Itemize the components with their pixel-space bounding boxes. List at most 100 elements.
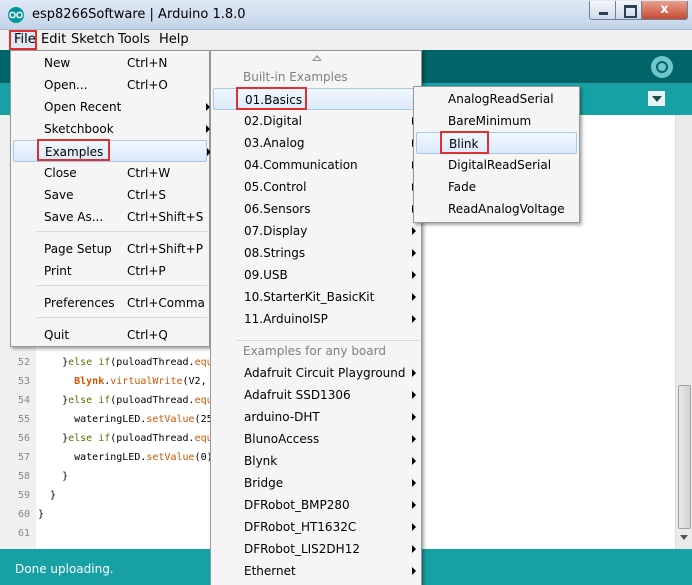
examples-menu-item-bridge[interactable]: Bridge <box>213 472 419 494</box>
line-number: 55 <box>17 414 30 425</box>
menu-item-label: Quit <box>44 328 70 342</box>
examples-menu-item-02-digital[interactable]: 02.Digital <box>213 110 419 132</box>
examples-menu-item-08-strings[interactable]: 08.Strings <box>213 242 419 264</box>
examples-menu-item-03-analog[interactable]: 03.Analog <box>213 132 419 154</box>
menu-edit[interactable]: Edit <box>41 30 66 50</box>
code-token: setValue <box>146 452 195 463</box>
maximize-button[interactable] <box>615 1 642 20</box>
menu-item-shortcut: Ctrl+Shift+S <box>127 210 204 224</box>
minimize-button[interactable] <box>589 1 616 20</box>
file-menu-item-save-as[interactable]: Save As... Ctrl+Shift+S <box>13 206 207 228</box>
code-token: if <box>98 357 111 368</box>
menu-sketch[interactable]: Sketch <box>71 30 115 50</box>
code-token: wateringLED. <box>38 414 147 425</box>
code-token: } <box>38 357 69 368</box>
chevron-right-icon <box>412 501 416 509</box>
line-number: 59 <box>17 490 30 501</box>
menu-item-label: Save As... <box>44 210 104 224</box>
menu-item-label: Sketchbook <box>44 122 114 136</box>
file-menu-item-open-recent[interactable]: Open Recent <box>13 96 210 118</box>
menu-item-label: Blynk <box>244 454 278 468</box>
scroll-down-icon[interactable] <box>680 535 688 540</box>
editor-scrollbar[interactable] <box>675 115 692 549</box>
code-token: (puloadThread. <box>110 357 195 368</box>
examples-menu-item-ethernet[interactable]: Ethernet <box>213 560 419 582</box>
menu-separator <box>37 317 207 318</box>
examples-menu-item-dfrobot-lis2dh12[interactable]: DFRobot_LIS2DH12 <box>213 538 419 560</box>
line-number: 60 <box>17 509 30 520</box>
code-line: 54 }else if(puloadThread.equ <box>0 391 240 410</box>
examples-menu-item-04-communication[interactable]: 04.Communication <box>213 154 419 176</box>
basics-menu-item-analogreadserial[interactable]: AnalogReadSerial <box>416 88 577 110</box>
title-bar: esp8266Software | Arduino 1.8.0 x <box>0 0 692 30</box>
chevron-right-icon <box>412 523 416 531</box>
file-menu-item-save[interactable]: Save Ctrl+S <box>13 184 207 206</box>
examples-menu-item-05-control[interactable]: 05.Control <box>213 176 419 198</box>
scroll-up-icon[interactable] <box>312 55 322 61</box>
code-token: if <box>98 395 111 406</box>
scroll-thumb[interactable] <box>678 385 691 529</box>
basics-menu-item-readanalogvoltage[interactable]: ReadAnalogVoltage <box>416 198 577 220</box>
close-button[interactable]: x <box>641 1 688 20</box>
basics-menu-item-bareminimum[interactable]: BareMinimum <box>416 110 577 132</box>
code-line: 53 Blynk.virtualWrite(V2, <box>0 372 240 391</box>
code-token: if <box>98 433 111 444</box>
file-menu-item-quit[interactable]: Quit Ctrl+Q <box>13 324 207 346</box>
file-menu-item-open[interactable]: Open... Ctrl+O <box>13 74 207 96</box>
code-token: virtualWrite <box>110 376 183 387</box>
menu-item-label: DFRobot_HT1632C <box>244 520 357 534</box>
line-number: 57 <box>17 452 30 463</box>
examples-menu-item-adafruit-circuit-playground[interactable]: Adafruit Circuit Playground <box>213 362 419 384</box>
menu-separator <box>37 231 207 232</box>
file-menu-item-sketchbook[interactable]: Sketchbook <box>13 118 210 140</box>
menu-file[interactable]: File <box>9 30 37 50</box>
menu-item-shortcut: Ctrl+Shift+P <box>127 242 203 256</box>
menu-item-label: BlunoAccess <box>244 432 320 446</box>
examples-menu-item-10-starterkit-basickit[interactable]: 10.StarterKit_BasicKit <box>213 286 419 308</box>
examples-menu-item-blunoaccess[interactable]: BlunoAccess <box>213 428 419 450</box>
examples-menu-item-dfrobot-bmp280[interactable]: DFRobot_BMP280 <box>213 494 419 516</box>
chevron-right-icon <box>412 293 416 301</box>
chevron-right-icon <box>412 369 416 377</box>
file-menu-item-print[interactable]: Print Ctrl+P <box>13 260 207 282</box>
line-number: 54 <box>17 395 30 406</box>
code-token: } <box>38 433 69 444</box>
basics-menu-item-fade[interactable]: Fade <box>416 176 577 198</box>
menu-item-label: DFRobot_BMP280 <box>244 498 350 512</box>
basics-menu-item-digitalreadserial[interactable]: DigitalReadSerial <box>416 154 577 176</box>
code-token: } <box>38 509 45 520</box>
annotation-highlight-box <box>236 87 307 110</box>
status-text: Done uploading. <box>15 562 114 576</box>
menu-item-label: 11.ArduinoISP <box>244 312 328 326</box>
file-menu-item-preferences[interactable]: Preferences Ctrl+Comma <box>13 292 207 314</box>
examples-menu-item-blynk[interactable]: Blynk <box>213 450 419 472</box>
code-line: 59 } <box>0 486 240 505</box>
code-line: 55 wateringLED.setValue(25 <box>0 410 240 429</box>
chevron-right-icon <box>412 315 416 323</box>
code-token: else <box>68 433 93 444</box>
file-menu-item-page-setup[interactable]: Page Setup Ctrl+Shift+P <box>13 238 207 260</box>
examples-menu-item-arduino-dht[interactable]: arduino-DHT <box>213 406 419 428</box>
chevron-right-icon <box>412 249 416 257</box>
menu-help[interactable]: Help <box>159 30 189 50</box>
menu-item-label: Fade <box>448 180 477 194</box>
chevron-down-icon[interactable] <box>648 91 665 106</box>
examples-menu-item-06-sensors[interactable]: 06.Sensors <box>213 198 419 220</box>
examples-menu-item-adafruit-ssd1306[interactable]: Adafruit SSD1306 <box>213 384 419 406</box>
examples-menu-item-dfrobot-ht1632c[interactable]: DFRobot_HT1632C <box>213 516 419 538</box>
menu-tools[interactable]: Tools <box>118 30 150 50</box>
code-token: Blynk <box>74 376 105 387</box>
serial-monitor-icon[interactable] <box>651 56 673 78</box>
menu-item-label: New <box>44 56 71 70</box>
examples-menu-item-09-usb[interactable]: 09.USB <box>213 264 419 286</box>
chevron-right-icon <box>412 227 416 235</box>
code-line: 60} <box>0 505 240 524</box>
menu-item-label: Close <box>44 166 77 180</box>
code-token: (puloadThread. <box>110 395 195 406</box>
chevron-right-icon <box>412 435 416 443</box>
examples-menu-item-07-display[interactable]: 07.Display <box>213 220 419 242</box>
file-menu-item-new[interactable]: New Ctrl+N <box>13 52 207 74</box>
file-menu-item-close[interactable]: Close Ctrl+W <box>13 162 207 184</box>
menu-item-label: Adafruit SSD1306 <box>244 388 351 402</box>
examples-menu-item-11-arduinoisp[interactable]: 11.ArduinoISP <box>213 308 419 330</box>
